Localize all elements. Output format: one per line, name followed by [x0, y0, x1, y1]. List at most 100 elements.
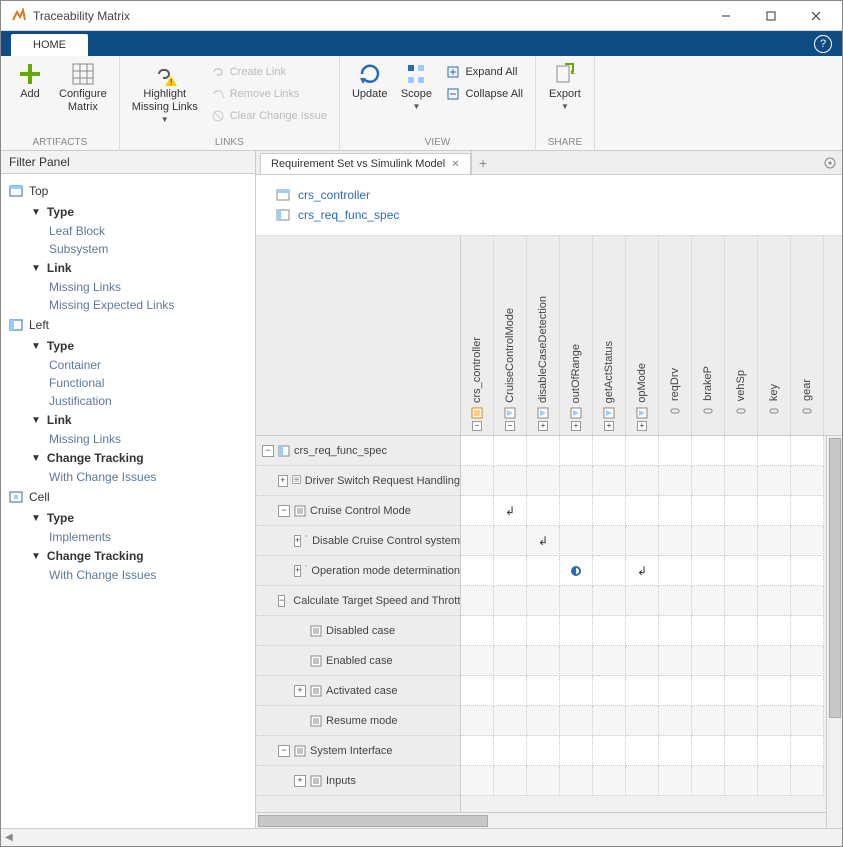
matrix-cell[interactable] — [758, 436, 791, 466]
matrix-cell[interactable] — [692, 706, 725, 736]
expand-toggle[interactable]: − — [278, 595, 285, 607]
matrix-cell[interactable] — [626, 466, 659, 496]
filter-left-ct[interactable]: ▼Change Tracking — [1, 448, 255, 468]
expand-toggle[interactable]: − — [472, 421, 482, 431]
artifact-req[interactable]: crs_req_func_spec — [276, 205, 822, 225]
add-tab-button[interactable]: + — [471, 151, 495, 174]
matrix-cell[interactable] — [758, 616, 791, 646]
filter-section-left[interactable]: Left — [1, 314, 255, 336]
column-header[interactable]: vehSp — [725, 236, 758, 435]
filter-cell-wci[interactable]: With Change Issues — [1, 566, 255, 584]
tab-close-icon[interactable]: ✕ — [451, 159, 459, 170]
matrix-cell[interactable] — [527, 766, 560, 796]
matrix-cell[interactable] — [758, 586, 791, 616]
matrix-cell[interactable] — [659, 436, 692, 466]
matrix-cell[interactable] — [527, 616, 560, 646]
matrix-cell[interactable] — [791, 646, 824, 676]
matrix-cell[interactable] — [659, 466, 692, 496]
matrix-cell[interactable] — [758, 526, 791, 556]
matrix-cell[interactable] — [659, 766, 692, 796]
matrix-cell[interactable] — [692, 496, 725, 526]
maximize-button[interactable] — [748, 1, 793, 30]
matrix-cell[interactable] — [791, 496, 824, 526]
matrix-cell[interactable] — [593, 766, 626, 796]
matrix-cell[interactable] — [494, 676, 527, 706]
scope-button[interactable]: Scope ▼ — [395, 60, 437, 113]
matrix-cell[interactable] — [626, 586, 659, 616]
matrix-cell[interactable] — [659, 496, 692, 526]
matrix-cell[interactable] — [593, 616, 626, 646]
expand-toggle[interactable]: + — [278, 475, 288, 487]
matrix-cell[interactable] — [725, 556, 758, 586]
filter-section-top[interactable]: Top — [1, 180, 255, 202]
column-header[interactable]: getActStatus+ — [593, 236, 626, 435]
matrix-cell[interactable] — [659, 676, 692, 706]
filter-cell-ct[interactable]: ▼Change Tracking — [1, 546, 255, 566]
matrix-cell[interactable] — [791, 676, 824, 706]
matrix-cell[interactable] — [461, 466, 494, 496]
matrix-cell[interactable] — [725, 706, 758, 736]
matrix-cell[interactable] — [725, 466, 758, 496]
row-header[interactable]: Resume mode — [256, 706, 460, 736]
row-header[interactable]: +Inputs — [256, 766, 460, 796]
matrix-cell[interactable] — [692, 586, 725, 616]
matrix-cell[interactable] — [560, 496, 593, 526]
row-header[interactable]: Enabled case — [256, 646, 460, 676]
matrix-cell[interactable] — [494, 586, 527, 616]
clear-change-issue-button[interactable]: Clear Change Issue — [206, 106, 331, 126]
matrix-cell[interactable] — [791, 766, 824, 796]
horizontal-scrollbar[interactable] — [256, 812, 842, 828]
matrix-cell[interactable] — [593, 436, 626, 466]
matrix-cell[interactable] — [626, 646, 659, 676]
matrix-cell[interactable] — [725, 646, 758, 676]
matrix-cell[interactable] — [758, 466, 791, 496]
matrix-cell[interactable] — [560, 466, 593, 496]
matrix-cell[interactable] — [758, 646, 791, 676]
column-header[interactable]: disableCaseDetection+ — [527, 236, 560, 435]
matrix-cell[interactable] — [791, 706, 824, 736]
matrix-cell[interactable] — [659, 526, 692, 556]
filter-left-type[interactable]: ▼Type — [1, 336, 255, 356]
matrix-cell[interactable] — [791, 466, 824, 496]
matrix-cell[interactable] — [692, 646, 725, 676]
filter-left-missing[interactable]: Missing Links — [1, 430, 255, 448]
matrix-cell[interactable] — [461, 706, 494, 736]
update-button[interactable]: Update — [348, 60, 391, 103]
matrix-cell[interactable] — [461, 676, 494, 706]
matrix-cell[interactable] — [725, 676, 758, 706]
remove-links-button[interactable]: Remove Links — [206, 84, 331, 104]
matrix-cell[interactable] — [461, 496, 494, 526]
close-button[interactable] — [793, 1, 838, 30]
scroll-thumb[interactable] — [829, 438, 841, 718]
matrix-cell[interactable] — [791, 616, 824, 646]
matrix-cell[interactable] — [527, 496, 560, 526]
panel-toggle-icon[interactable]: ◀ — [5, 832, 13, 843]
matrix-cell[interactable] — [527, 556, 560, 586]
filter-top-type[interactable]: ▼Type — [1, 202, 255, 222]
row-header[interactable]: −Calculate Target Speed and Throttle — [256, 586, 460, 616]
collapse-all-button[interactable]: Collapse All — [441, 84, 526, 104]
filter-section-cell[interactable]: Cell — [1, 486, 255, 508]
export-button[interactable]: Export ▼ — [544, 60, 586, 113]
filter-implements[interactable]: Implements — [1, 528, 255, 546]
filter-cell-type[interactable]: ▼Type — [1, 508, 255, 528]
minimize-button[interactable] — [703, 1, 748, 30]
matrix-cell[interactable] — [692, 676, 725, 706]
matrix-cell[interactable] — [593, 466, 626, 496]
row-header[interactable]: −crs_req_func_spec — [256, 436, 460, 466]
tab-options-button[interactable] — [824, 151, 836, 174]
matrix-cell[interactable] — [659, 646, 692, 676]
artifact-controller[interactable]: crs_controller — [276, 185, 822, 205]
matrix-cell[interactable] — [560, 646, 593, 676]
filter-subsystem[interactable]: Subsystem — [1, 240, 255, 258]
row-header[interactable]: +Disable Cruise Control system — [256, 526, 460, 556]
row-header[interactable]: −System Interface — [256, 736, 460, 766]
matrix-cell[interactable] — [593, 736, 626, 766]
matrix-cell[interactable] — [692, 526, 725, 556]
matrix-cell[interactable] — [560, 436, 593, 466]
matrix-cell[interactable] — [560, 676, 593, 706]
matrix-cell[interactable] — [461, 616, 494, 646]
column-header[interactable]: CruiseControlMode− — [494, 236, 527, 435]
matrix-cell[interactable] — [659, 706, 692, 736]
matrix-cell[interactable] — [461, 736, 494, 766]
